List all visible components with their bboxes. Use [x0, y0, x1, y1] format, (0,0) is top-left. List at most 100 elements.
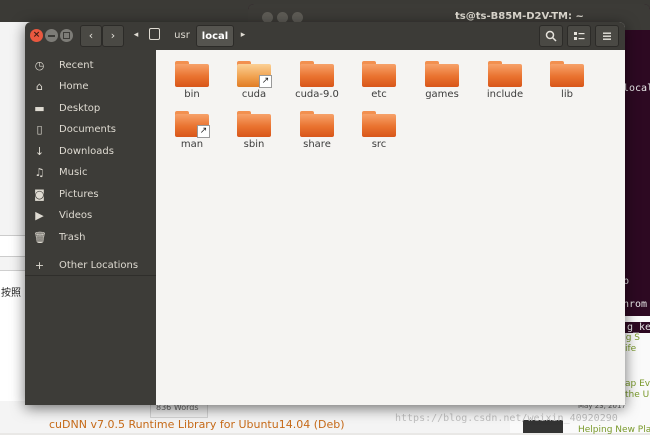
terminal-line: hrom — [623, 299, 648, 310]
symlink-arrow-icon: ↗ — [259, 75, 272, 88]
folder-icon — [175, 61, 209, 87]
sidebar-item-desktop[interactable]: ▬ Desktop — [25, 99, 156, 119]
folder-name: include — [486, 89, 524, 100]
headerbar[interactable]: × ‹ › ◂ usr local ▸ — [25, 22, 625, 50]
chevron-right-icon: › — [110, 29, 116, 42]
path-scroll-left-button[interactable]: ◂ — [129, 25, 143, 47]
sidebar-item-downloads[interactable]: ↓ Downloads — [25, 142, 156, 162]
folder-bin[interactable]: bin — [162, 53, 222, 100]
path-root-button[interactable] — [145, 25, 163, 47]
sidebar-item-label: Desktop — [59, 103, 101, 114]
side-link-4[interactable]: the U. — [625, 390, 650, 400]
background-cjk-text: 按照 — [1, 288, 21, 299]
sidebar-item-other-locations[interactable]: + Other Locations — [25, 256, 156, 276]
search-icon — [545, 30, 557, 42]
folder-lib[interactable]: lib — [537, 53, 597, 100]
sidebar-item-label: Downloads — [59, 146, 114, 157]
sidebar-item-pictures[interactable]: ◙ Pictures — [25, 185, 156, 205]
sidebar-item-documents[interactable]: ▯ Documents — [25, 120, 156, 140]
video-icon: ▶ — [35, 209, 44, 222]
folder-man[interactable]: ↗ man — [162, 103, 222, 150]
plus-icon: + — [34, 259, 45, 272]
folder-name: cuda — [241, 89, 267, 100]
folder-icon — [362, 61, 396, 87]
sidebar-item-trash[interactable]: 🗑 Trash — [25, 228, 156, 248]
folder-name: etc — [371, 89, 387, 100]
home-icon: ⌂ — [36, 80, 43, 93]
folder-include[interactable]: include — [475, 53, 535, 100]
terminal-title: ts@ts-B85M-D2V-TM: ~ — [455, 11, 584, 22]
places-sidebar: ◷ Recent ⌂ Home ▬ Desktop ▯ Documents ↓ … — [25, 50, 156, 405]
sidebar-item-label: Recent — [59, 60, 94, 71]
hamburger-icon — [603, 32, 611, 40]
terminal-line: g_ke — [623, 322, 650, 333]
forward-button[interactable]: › — [102, 25, 124, 47]
sidebar-item-label: Trash — [59, 232, 86, 243]
maximize-button[interactable] — [60, 29, 73, 42]
music-icon: ♫ — [34, 166, 45, 179]
sidebar-item-music[interactable]: ♫ Music — [25, 163, 156, 183]
folder-sbin[interactable]: sbin — [224, 103, 284, 150]
folder-icon — [300, 111, 334, 137]
folder-share[interactable]: share — [287, 103, 347, 150]
file-manager-window[interactable]: × ‹ › ◂ usr local ▸ ◷ Recent ⌂ Home ▬ De… — [25, 22, 625, 405]
trash-icon: 🗑 — [33, 231, 47, 244]
folder-icon: ▬ — [34, 102, 45, 115]
download-icon: ↓ — [34, 145, 45, 158]
folder-icon — [362, 111, 396, 137]
camera-icon: ◙ — [34, 188, 45, 201]
minimize-button[interactable] — [45, 29, 58, 42]
side-link-3[interactable]: ap Eve — [625, 379, 650, 389]
menu-button[interactable] — [595, 25, 619, 47]
drive-icon — [148, 28, 160, 40]
folder-etc[interactable]: etc — [349, 53, 409, 100]
sidebar-item-label: Music — [59, 167, 88, 178]
folder-icon: ↗ — [237, 61, 272, 88]
folder-name: lib — [561, 89, 573, 100]
sidebar-item-label: Pictures — [59, 189, 99, 200]
folder-name: sbin — [243, 139, 265, 150]
background-input-strip — [0, 235, 26, 257]
list-view-icon — [574, 32, 585, 40]
symlink-arrow-icon: ↗ — [197, 125, 210, 138]
article-link[interactable]: cuDNN v7.0.5 Runtime Library for Ubuntu1… — [49, 418, 345, 431]
chevron-left-icon: ‹ — [88, 29, 94, 42]
folder-name: man — [180, 139, 204, 150]
sidebar-item-home[interactable]: ⌂ Home — [25, 77, 156, 97]
sidebar-item-videos[interactable]: ▶ Videos — [25, 206, 156, 226]
breadcrumb-local[interactable]: local — [196, 25, 234, 47]
folder-icon — [488, 61, 522, 87]
folder-name: bin — [184, 89, 200, 100]
search-button[interactable] — [539, 25, 563, 47]
folder-icon — [300, 61, 334, 87]
folder-icon: ↗ — [175, 111, 210, 138]
folder-cuda[interactable]: ↗ cuda — [224, 53, 284, 100]
folder-cuda-9-0[interactable]: cuda-9.0 — [287, 53, 347, 100]
folder-games[interactable]: games — [412, 53, 472, 100]
folder-name: src — [371, 139, 387, 150]
side-link-5[interactable]: Helping New Play — [578, 425, 650, 435]
path-scroll-right-button[interactable]: ▸ — [237, 25, 249, 47]
folder-icon — [237, 111, 271, 137]
folder-name: share — [303, 139, 331, 150]
sidebar-item-label: Documents — [59, 124, 117, 135]
sidebar-item-label: Videos — [59, 210, 93, 221]
sidebar-item-label: Other Locations — [59, 260, 139, 271]
folder-name: games — [425, 89, 459, 100]
side-link-2[interactable]: ife — [625, 344, 636, 354]
view-toggle-button[interactable] — [567, 25, 591, 47]
breadcrumb-usr[interactable]: usr — [169, 25, 195, 47]
back-button[interactable]: ‹ — [80, 25, 102, 47]
close-button[interactable]: × — [30, 29, 43, 42]
terminal-line: local — [623, 83, 650, 94]
folder-icon — [550, 61, 584, 87]
sidebar-item-label: Home — [59, 81, 89, 92]
watermark: https://blog.csdn.net/weixin_40920290 — [395, 413, 618, 424]
document-icon: ▯ — [36, 123, 43, 136]
file-grid[interactable]: bin ↗ cuda cuda-9.0 etc games include li… — [156, 50, 625, 405]
folder-icon — [425, 61, 459, 87]
folder-src[interactable]: src — [349, 103, 409, 150]
clock-icon: ◷ — [34, 59, 45, 72]
sidebar-item-recent[interactable]: ◷ Recent — [25, 56, 156, 76]
folder-name: cuda-9.0 — [295, 89, 339, 100]
